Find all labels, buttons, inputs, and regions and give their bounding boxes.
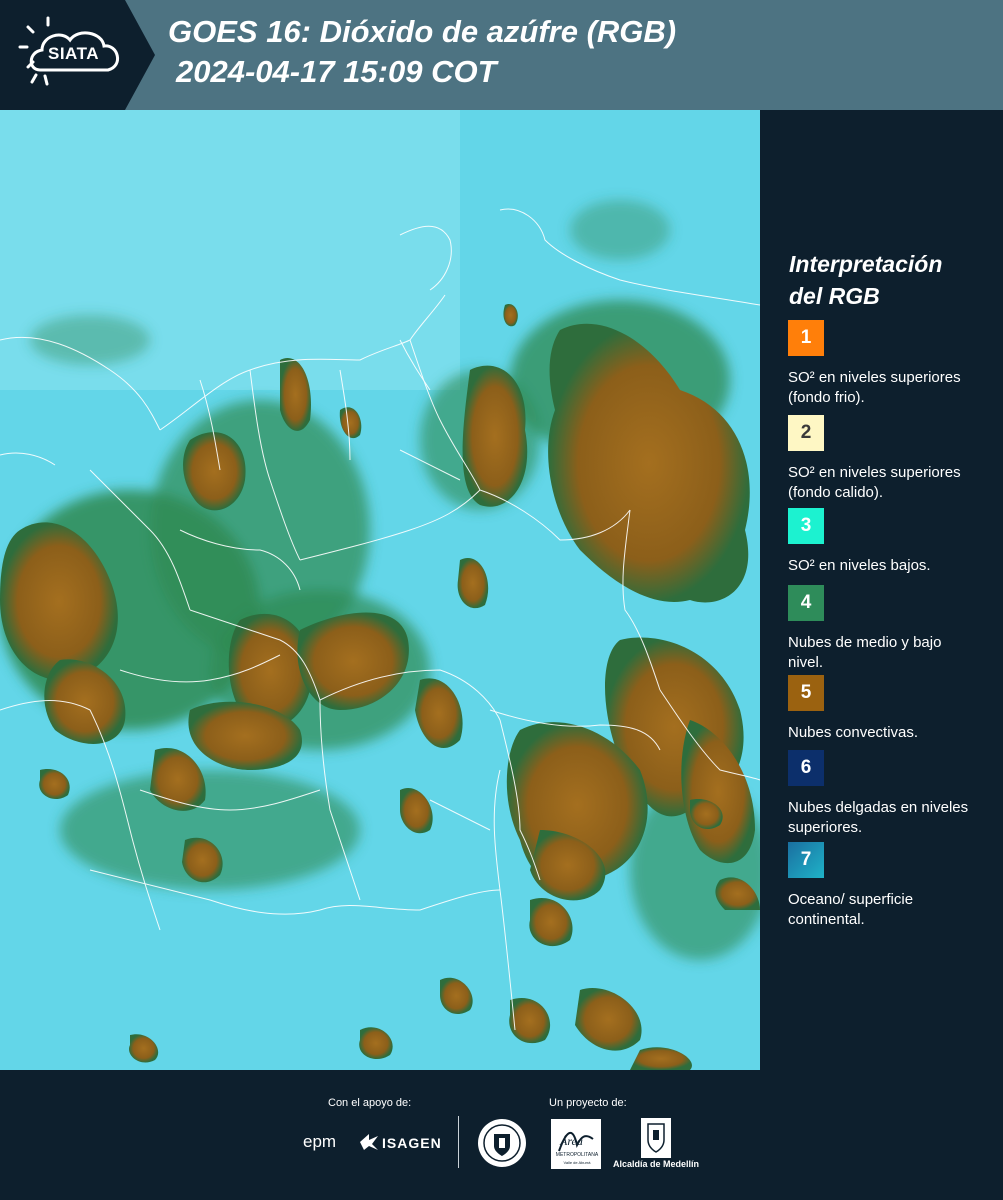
- satellite-rgb-image: [0, 110, 760, 1070]
- legend-item-4: 4 Nubes de medio y bajo nivel.: [788, 585, 988, 673]
- legend-description: SO² en niveles bajos.: [788, 557, 931, 574]
- page-title: GOES 16: Dióxido de azúfre (RGB): [168, 14, 677, 49]
- legend-number: 1: [800, 327, 812, 348]
- legend-description: Nubes delgadas en niveles superiores.: [788, 799, 969, 836]
- page-timestamp: 2024-04-17 15:09 COT: [176, 54, 497, 89]
- legend-swatch: 1: [788, 320, 824, 356]
- area-logo-metro: METROPOLITANA: [555, 1152, 599, 1158]
- legend-item-5: 5 Nubes convectivas.: [788, 675, 988, 743]
- project-label: Un proyecto de:: [549, 1097, 627, 1109]
- footer: Con el apoyo de: Un proyecto de: epm ISA…: [0, 1070, 1003, 1200]
- legend-panel: Interpretación del RGB 1 SO² en niveles …: [760, 110, 1003, 1070]
- legend-description: SO² en niveles superiores (fondo frio).: [788, 369, 961, 406]
- legend-title: Interpretación del RGB: [789, 248, 989, 312]
- legend-item-2: 2 SO² en niveles superiores (fondo calid…: [788, 415, 988, 503]
- legend-description: Oceano/ superficie continental.: [788, 891, 914, 928]
- legend-description: Nubes convectivas.: [788, 724, 919, 741]
- epm-logo: epm: [303, 1132, 337, 1151]
- footer-divider: [458, 1116, 459, 1168]
- alcaldia-shield-icon: [641, 1118, 671, 1158]
- legend-title-line1: Interpretación: [789, 251, 943, 277]
- legend-swatch: 3: [788, 508, 824, 544]
- legend-description: SO² en niveles superiores (fondo calido)…: [788, 464, 961, 501]
- isagen-icon: [360, 1134, 378, 1150]
- support-label: Con el apoyo de:: [328, 1097, 412, 1109]
- legend-item-3: 3 SO² en niveles bajos.: [788, 508, 988, 576]
- logo-text: SIATA: [48, 44, 99, 63]
- legend-number: 7: [800, 849, 812, 870]
- legend-swatch: 7: [788, 842, 824, 878]
- legend-swatch: 5: [788, 675, 824, 711]
- satellite-map: [0, 110, 760, 1070]
- legend-item-1: 1 SO² en niveles superiores (fondo frio)…: [788, 320, 988, 408]
- isagen-logo: ISAGEN: [382, 1135, 442, 1151]
- header-bar: SIATA GOES 16: Dióxido de azúfre (RGB) 2…: [0, 0, 1003, 110]
- legend-number: 2: [800, 422, 812, 443]
- legend-number: 3: [800, 515, 812, 536]
- legend-item-6: 6 Nubes delgadas en niveles superiores.: [788, 750, 988, 838]
- legend-number: 5: [800, 682, 812, 703]
- legend-number: 6: [800, 757, 812, 778]
- legend-swatch: 2: [788, 415, 824, 451]
- siata-logo: SIATA: [0, 0, 155, 110]
- legend-number: 4: [800, 592, 812, 613]
- area-logo-word: Área: [560, 1134, 583, 1148]
- alcaldia-logo-text: Alcaldía de Medellín: [613, 1159, 700, 1169]
- legend-description: Nubes de medio y bajo nivel.: [788, 634, 942, 671]
- legend-title-line2: del RGB: [789, 283, 880, 309]
- legend-item-7: 7 Oceano/ superficie continental.: [788, 842, 988, 930]
- legend-swatch: 6: [788, 750, 824, 786]
- legend-swatch: 4: [788, 585, 824, 621]
- area-logo-valle: Valle de Aburrá: [563, 1160, 591, 1165]
- medellin-seal-icon: [478, 1119, 526, 1167]
